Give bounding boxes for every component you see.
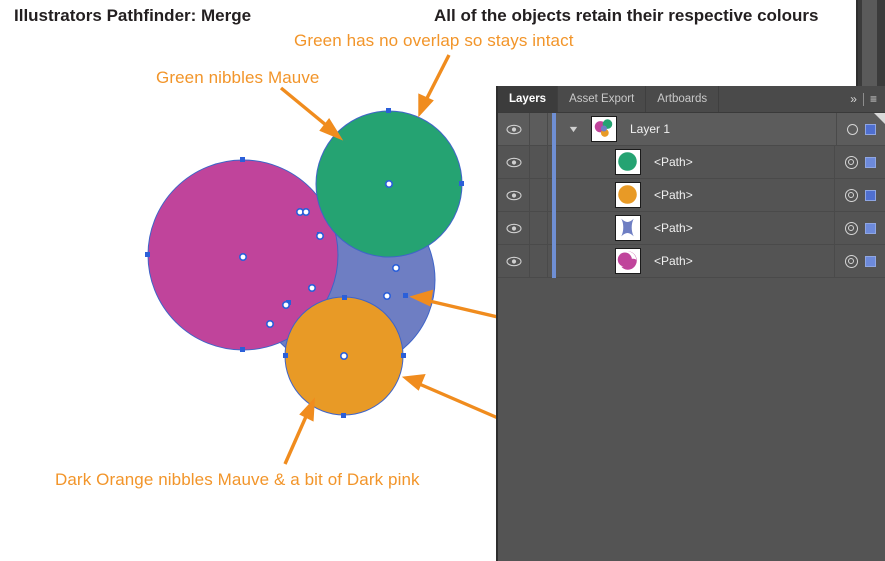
path-thumbnail-pink: [610, 248, 646, 274]
panel-menu-icon[interactable]: ≡: [870, 93, 877, 105]
chevron-down-icon: ▼: [566, 123, 580, 134]
selection-indicator-path-pink: [548, 244, 560, 278]
path-name[interactable]: <Path>: [646, 188, 834, 202]
lock-toggle-path-orange[interactable]: [530, 179, 548, 211]
row-controls-path-blue[interactable]: [834, 212, 885, 244]
eye-icon: [505, 223, 522, 233]
selection-indicator-path-orange: [548, 178, 560, 212]
lock-toggle-layer-1[interactable]: [530, 113, 548, 145]
tab-asset-export-label: Asset Export: [569, 93, 635, 105]
layer-thumbnail-layer-1: [586, 116, 622, 142]
table-row[interactable]: <Path>: [498, 211, 885, 245]
tab-layers[interactable]: Layers: [498, 86, 559, 112]
app-right-rail-inner: [862, 0, 877, 88]
path-name[interactable]: <Path>: [646, 155, 834, 169]
eye-icon: [505, 256, 522, 266]
target-circle-icon[interactable]: [845, 221, 858, 235]
annotation-orange-nibbles: Dark Orange nibbles Mauve & a bit of Dar…: [55, 470, 420, 489]
panel-tab-controls[interactable]: » ≡: [842, 86, 885, 112]
eye-icon: [505, 157, 522, 167]
page-title-left: Illustrators Pathfinder: Merge: [14, 6, 252, 25]
tab-artboards[interactable]: Artboards: [646, 86, 720, 112]
layers-panel[interactable]: Layers Asset Export Artboards » ≡ ▼ Laye…: [496, 86, 885, 561]
selection-indicator-path-green: [548, 145, 560, 179]
selection-color-swatch[interactable]: [865, 222, 876, 234]
tab-bar-spacer: [719, 86, 842, 112]
expand-toggle-layer-1[interactable]: ▼: [560, 123, 586, 134]
table-row[interactable]: <Path>: [498, 145, 885, 179]
lock-toggle-path-blue[interactable]: [530, 212, 548, 244]
row-controls-path-green[interactable]: [834, 146, 885, 178]
target-circle-icon[interactable]: [845, 254, 858, 268]
tab-asset-export[interactable]: Asset Export: [558, 86, 647, 112]
lock-toggle-path-pink[interactable]: [530, 245, 548, 277]
tab-artboards-label: Artboards: [657, 93, 708, 105]
row-controls-path-orange[interactable]: [834, 179, 885, 211]
target-circle-icon[interactable]: [847, 123, 858, 135]
selection-color-swatch[interactable]: [865, 156, 876, 168]
selection-color-swatch[interactable]: [865, 189, 876, 201]
table-row[interactable]: <Path>: [498, 178, 885, 212]
path-thumbnail-orange: [610, 182, 646, 208]
layers-list[interactable]: ▼ Layer 1 <Path> <Path> <Path> <Path>: [498, 112, 885, 278]
visibility-toggle-path-orange[interactable]: [498, 179, 530, 211]
path-thumbnail-blue: [610, 215, 646, 241]
thumbnail-blue-concave: [621, 218, 634, 237]
visibility-toggle-path-pink[interactable]: [498, 245, 530, 277]
path-name[interactable]: <Path>: [646, 221, 834, 235]
illustrator-screenshot: Illustrators Pathfinder: Merge All of th…: [0, 0, 885, 561]
target-circle-icon[interactable]: [845, 188, 858, 202]
visibility-toggle-path-blue[interactable]: [498, 212, 530, 244]
visibility-toggle-path-green[interactable]: [498, 146, 530, 178]
selection-indicator-path-blue: [548, 211, 560, 245]
annotation-green-nibbles: Green nibbles Mauve: [156, 68, 320, 87]
panel-tab-bar[interactable]: Layers Asset Export Artboards » ≡: [498, 86, 885, 113]
layer-name[interactable]: Layer 1: [622, 122, 836, 136]
selection-color-swatch[interactable]: [865, 123, 876, 135]
table-row[interactable]: <Path>: [498, 244, 885, 278]
table-row[interactable]: ▼ Layer 1: [498, 112, 885, 146]
tab-layers-label: Layers: [509, 93, 547, 105]
target-circle-icon[interactable]: [845, 155, 858, 169]
eye-icon: [505, 190, 522, 200]
selection-indicator-layer-1: [548, 112, 560, 146]
thumbnail-orange-circle: [618, 185, 637, 204]
thumbnail-composite: [594, 119, 613, 137]
path-name[interactable]: <Path>: [646, 254, 834, 268]
thumbnail-green-circle: [618, 152, 637, 171]
annotation-green-intact: Green has no overlap so stays intact: [294, 31, 574, 50]
page-title-right: All of the objects retain their respecti…: [434, 6, 819, 25]
selection-color-swatch[interactable]: [865, 255, 876, 267]
eye-icon: [505, 124, 522, 134]
panel-divider: [862, 92, 864, 106]
thumbnail-pink-nibbled: [617, 251, 637, 270]
path-thumbnail-green: [610, 149, 646, 175]
collapse-panel-icon[interactable]: »: [850, 93, 857, 105]
lock-toggle-path-green[interactable]: [530, 146, 548, 178]
panel-corner-flag: [874, 113, 885, 124]
visibility-toggle-layer-1[interactable]: [498, 113, 530, 145]
row-controls-path-pink[interactable]: [834, 245, 885, 277]
